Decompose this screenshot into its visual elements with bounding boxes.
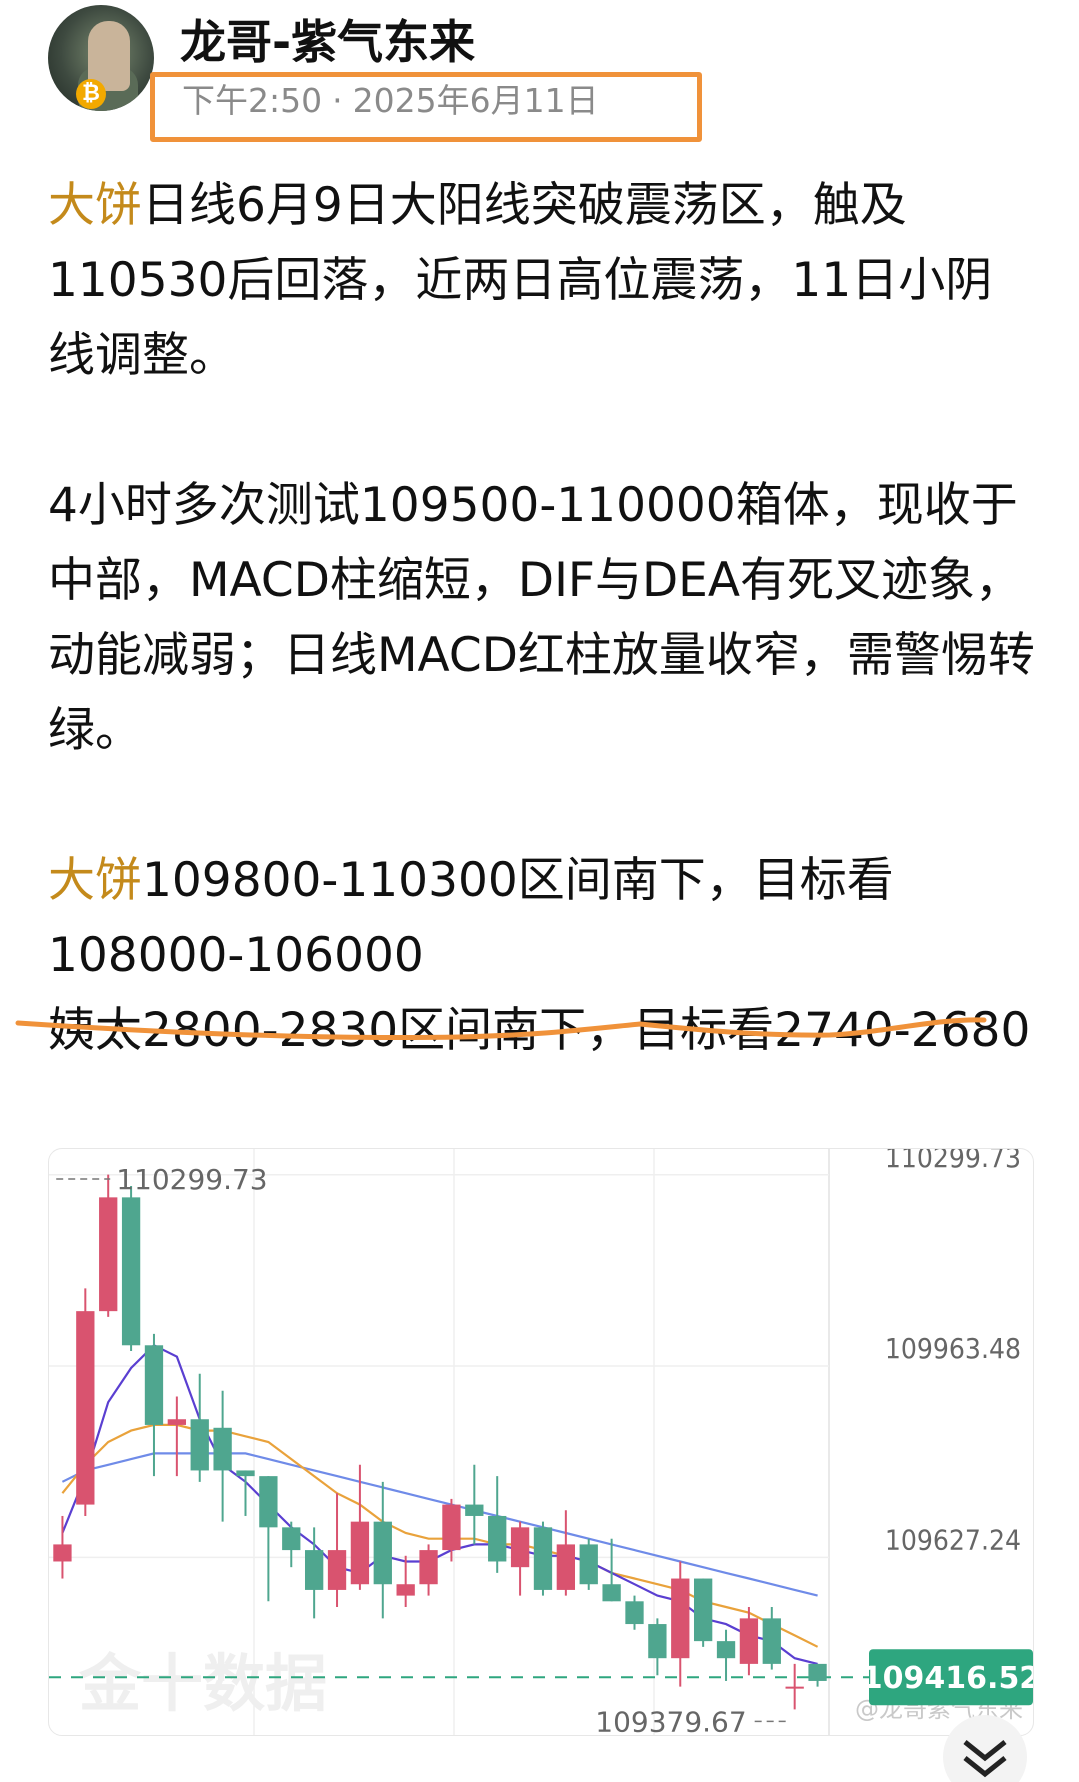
candle-body <box>648 1624 667 1659</box>
candle-body <box>625 1601 644 1625</box>
candle-bearish <box>579 1538 598 1590</box>
candle-bearish <box>488 1476 507 1573</box>
candle-bearish <box>190 1373 209 1482</box>
candle-body <box>762 1618 781 1664</box>
candle-bullish <box>327 1493 347 1607</box>
current-price-label: 109416.52 <box>862 1661 1033 1696</box>
candle-body <box>556 1544 576 1590</box>
candle-bullish <box>76 1288 95 1516</box>
candle-bullish <box>556 1510 576 1596</box>
price-chart[interactable]: 金十数据 @龙哥紫气东来 110299.73 109963.48 109627.24 1… <box>48 1148 1034 1736</box>
candle-bullish <box>510 1521 530 1596</box>
candle-body <box>419 1550 438 1585</box>
candle-bearish <box>716 1629 736 1681</box>
candle-body <box>533 1527 553 1590</box>
candle-bullish <box>99 1174 118 1317</box>
candle-body <box>144 1345 164 1425</box>
candle-bearish <box>373 1481 392 1619</box>
candle-body <box>671 1578 690 1659</box>
candle-body <box>785 1686 804 1689</box>
candle-body <box>442 1504 461 1551</box>
candle-body <box>602 1584 621 1602</box>
chart-watermark: 金十数据 <box>78 1647 327 1720</box>
candle-bearish <box>282 1521 301 1568</box>
candle-bearish <box>259 1476 278 1602</box>
candle-body <box>488 1515 507 1562</box>
y-axis-label: 109963.48 <box>885 1332 1021 1365</box>
y-axis-label: 110299.73 <box>885 1149 1021 1174</box>
candle-bullish <box>53 1515 72 1579</box>
candle-bearish <box>648 1618 667 1676</box>
candle-body <box>396 1584 415 1596</box>
max-price-label: 110299.73 <box>116 1163 267 1196</box>
y-axis-label: 109627.24 <box>885 1523 1021 1556</box>
candle-body <box>693 1578 713 1642</box>
candle-body <box>190 1419 209 1471</box>
candle-bullish <box>396 1555 415 1607</box>
candle-bearish <box>213 1390 232 1522</box>
candle-body <box>282 1527 301 1551</box>
candle-body <box>53 1544 72 1562</box>
min-price-label: 109379.67 <box>595 1705 746 1735</box>
candle-body <box>716 1641 736 1659</box>
candle-body <box>167 1419 187 1425</box>
candle-body <box>510 1527 530 1568</box>
candlestick-chart: 金十数据 @龙哥紫气东来 110299.73109963.48109627.241… <box>49 1149 1033 1735</box>
candle-bearish <box>465 1464 484 1545</box>
candle-bearish <box>693 1578 713 1647</box>
candle-body <box>350 1521 370 1585</box>
candle-body <box>327 1550 347 1590</box>
candle-bullish <box>167 1396 187 1477</box>
candle-body <box>304 1550 324 1590</box>
candle-body <box>213 1427 232 1471</box>
candle-body <box>259 1476 278 1528</box>
candle-bullish <box>739 1606 759 1676</box>
candle-bearish <box>121 1185 141 1351</box>
candle-bullish <box>785 1663 804 1710</box>
candle-body <box>808 1663 827 1681</box>
expand-chevron-icon[interactable] <box>940 1712 1030 1782</box>
candle-body <box>373 1521 392 1585</box>
candle-body <box>121 1197 141 1346</box>
ma-line-blue <box>61 1452 818 1597</box>
candle-bearish <box>808 1663 827 1687</box>
candle-bearish <box>762 1606 781 1670</box>
candle-bearish <box>625 1595 644 1630</box>
candle-body <box>76 1311 95 1505</box>
candle-body <box>236 1470 255 1477</box>
candle-body <box>739 1618 759 1664</box>
candle-bearish <box>533 1521 553 1596</box>
candle-body <box>579 1544 598 1585</box>
candle-body <box>465 1504 484 1516</box>
candle-bullish <box>671 1561 690 1687</box>
candle-bullish <box>419 1544 438 1596</box>
candle-body <box>99 1197 118 1312</box>
